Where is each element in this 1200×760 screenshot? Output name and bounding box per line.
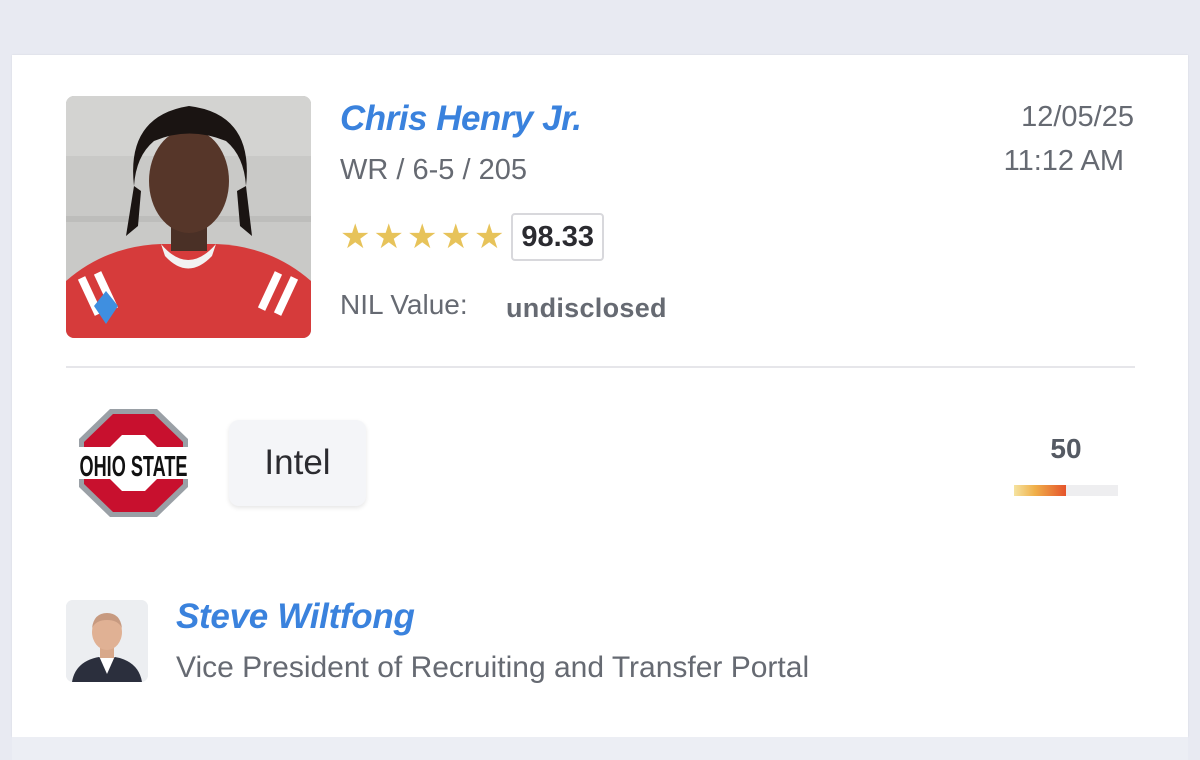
next-card-edge <box>12 737 1188 760</box>
player-photo-image <box>66 96 311 338</box>
author-title: Vice President of Recruiting and Transfe… <box>176 651 810 684</box>
intel-button[interactable]: Intel <box>229 420 366 506</box>
author-avatar-image <box>66 600 148 682</box>
star-icon: ★ <box>440 218 471 256</box>
prediction-date: 12/05/25 <box>1021 101 1134 133</box>
nil-value: undisclosed <box>506 293 667 323</box>
star-rating: ★ ★ ★ ★ ★ 98.33 <box>340 213 604 261</box>
confidence-score-bar-fill <box>1014 485 1066 496</box>
nil-value-label: NIL Value: <box>340 289 468 320</box>
star-icon: ★ <box>406 218 438 256</box>
star-icon: ★ <box>373 218 404 256</box>
school-logo-graphic: OHIO STATE <box>78 409 189 517</box>
player-photo[interactable] <box>66 96 311 338</box>
author-avatar[interactable] <box>66 600 148 682</box>
ohio-state-logo-icon[interactable]: OHIO STATE <box>76 407 191 519</box>
star-icon: ★ <box>473 218 505 256</box>
prediction-time: 11:12 AM <box>1003 145 1124 177</box>
school-logo-wordmark: OHIO STATE <box>80 451 188 483</box>
prediction-card: Chris Henry Jr. WR / 6-5 / 205 ★ ★ ★ ★ ★… <box>12 55 1188 737</box>
author-name-link[interactable]: Steve Wiltfong <box>176 597 415 637</box>
star-icon: ★ <box>340 218 371 256</box>
rating-score-badge: 98.33 <box>511 213 604 261</box>
player-position-height-weight: WR / 6-5 / 205 <box>340 154 527 186</box>
player-name-link[interactable]: Chris Henry Jr. <box>340 99 582 139</box>
section-divider <box>66 366 1135 368</box>
confidence-score-value: 50 <box>1050 433 1082 464</box>
confidence-score-bar <box>1014 485 1118 496</box>
